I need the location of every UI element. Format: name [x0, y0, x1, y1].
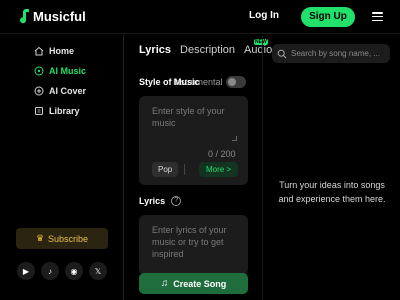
sidebar-item-ai-cover[interactable]: AI Cover — [33, 85, 86, 96]
logo-text: Musicful — [33, 8, 86, 24]
lyrics-placeholder: Enter lyrics of your music or try to get… — [152, 225, 227, 259]
sidebar-item-label: Home — [49, 45, 75, 56]
lyrics-input-box[interactable]: Enter lyrics of your music or try to get… — [139, 215, 248, 275]
music-note-icon: ♫ — [160, 278, 169, 289]
sidebar: Home AI Music AI Cover Library ♛ Subscri… — [0, 35, 124, 300]
tab-lyrics[interactable]: Lyrics — [139, 44, 171, 56]
more-styles-button[interactable]: More > — [199, 162, 239, 177]
tiktok-icon[interactable]: ♪ — [41, 262, 59, 280]
tab-audio[interactable]: Audio — [244, 44, 272, 56]
crown-icon: ♛ — [35, 233, 45, 243]
sidebar-item-home[interactable]: Home — [33, 45, 74, 56]
cover-icon — [33, 85, 44, 96]
instrumental-toggle[interactable] — [226, 76, 246, 88]
search-input[interactable] — [291, 49, 386, 58]
discord-icon[interactable]: ◉ — [65, 262, 83, 280]
character-counter: 0 / 200 — [208, 149, 236, 159]
subscribe-label: Subscribe — [48, 233, 89, 244]
create-song-label: Create Song — [173, 278, 227, 289]
logo-note-icon — [20, 9, 29, 24]
library-icon — [33, 105, 44, 116]
login-link[interactable]: Log In — [249, 10, 279, 21]
signup-button[interactable]: Sign Up — [301, 7, 355, 27]
mode-tabs: Lyrics Description Audio — [139, 44, 281, 56]
sidebar-item-label: AI Music — [49, 65, 87, 76]
style-of-music-label: Style of Music — [139, 77, 200, 87]
style-placeholder: Enter style of your music — [152, 106, 225, 128]
sidebar-item-ai-music[interactable]: AI Music — [33, 65, 86, 76]
hamburger-menu-icon[interactable] — [372, 12, 383, 22]
search-icon — [277, 49, 287, 58]
youtube-icon[interactable]: ▶ — [17, 262, 35, 280]
sidebar-item-label: Library — [49, 105, 80, 116]
chip-divider — [184, 164, 185, 175]
lyrics-section-label: Lyrics ? — [139, 196, 182, 206]
resize-handle-icon[interactable] — [232, 136, 237, 141]
create-song-button[interactable]: ♫ Create Song — [139, 273, 248, 294]
home-icon — [33, 45, 44, 56]
help-icon[interactable]: ? — [171, 196, 182, 206]
tab-description[interactable]: Description — [180, 44, 235, 56]
x-icon[interactable]: 𝕏 — [89, 262, 107, 280]
new-badge: NEW — [254, 39, 268, 45]
music-disc-icon — [33, 65, 44, 76]
sidebar-item-label: AI Cover — [49, 85, 87, 96]
panel-divider — [262, 35, 263, 300]
empty-state-message: Turn your ideas into songs and experienc… — [278, 180, 386, 204]
lyrics-label: Lyrics — [139, 196, 166, 206]
song-search[interactable] — [272, 44, 390, 63]
top-header: Musicful Log In Sign Up — [0, 0, 400, 34]
logo[interactable]: Musicful — [18, 8, 86, 24]
style-chip-pop[interactable]: Pop — [152, 162, 179, 177]
subscribe-button[interactable]: ♛ Subscribe — [16, 228, 108, 249]
sidebar-item-library[interactable]: Library — [33, 105, 80, 116]
style-input-box[interactable]: Enter style of your music 0 / 200 Pop Mo… — [139, 96, 248, 185]
